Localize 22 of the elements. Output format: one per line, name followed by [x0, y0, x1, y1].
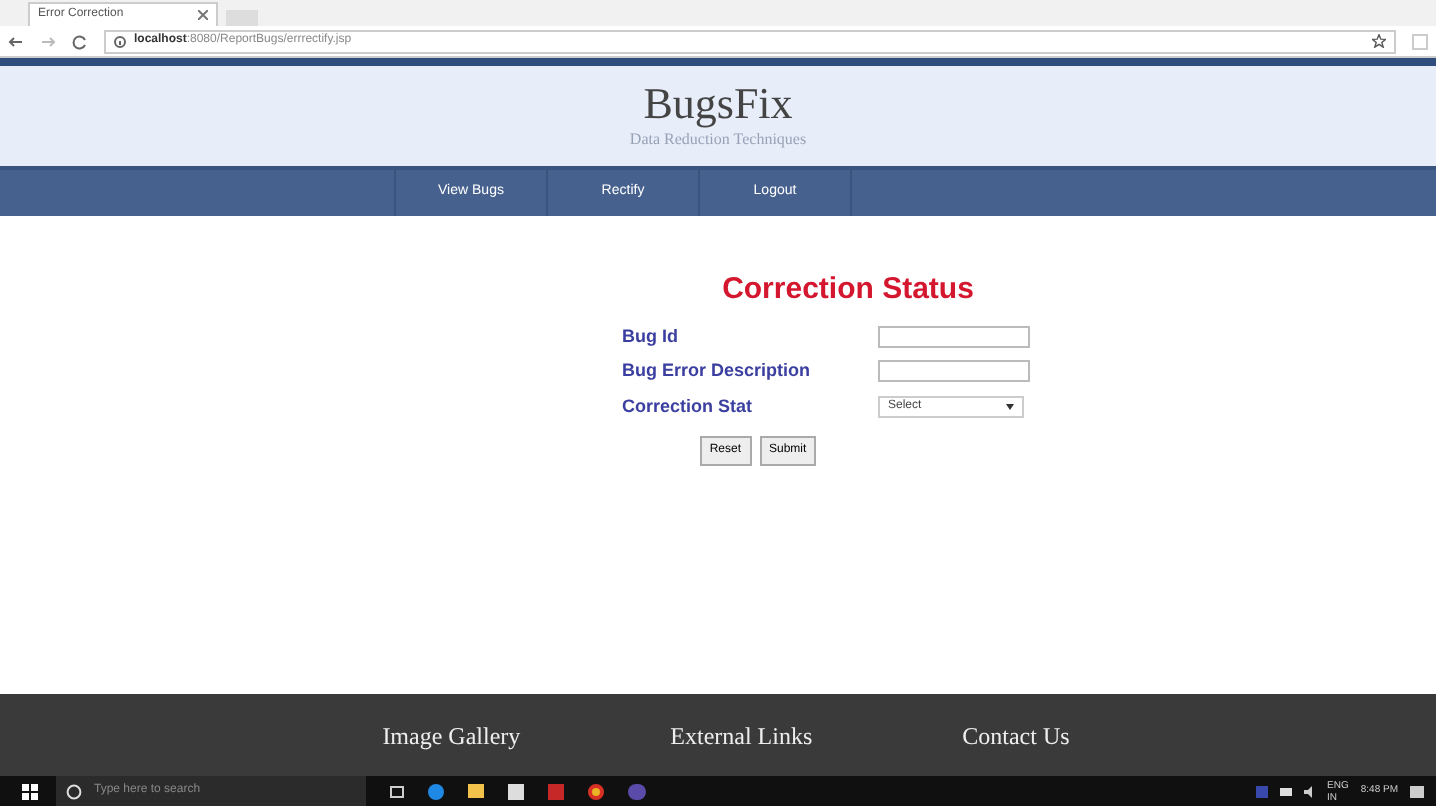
input-field[interactable]: [878, 325, 1030, 348]
field-label: Bug Id: [622, 323, 680, 350]
footer-heading: Image Gallery: [382, 719, 521, 753]
back-icon[interactable]: [8, 33, 24, 49]
field-label: Bug Error Description: [622, 358, 813, 384]
task-view-icon[interactable]: [390, 785, 404, 797]
volume-icon[interactable]: [1303, 785, 1316, 797]
footer-heading: Contact Us: [962, 719, 1070, 753]
footer-heading: External Links: [670, 719, 813, 753]
field-label: Correction Stat: [622, 393, 755, 419]
chrome-icon[interactable]: [588, 783, 604, 799]
reload-icon[interactable]: [72, 33, 88, 49]
windows-icon[interactable]: [22, 783, 38, 799]
info-icon: [114, 35, 126, 47]
search-icon: [66, 783, 82, 799]
form-title: Correction Status: [722, 270, 974, 310]
input-field[interactable]: [878, 360, 1030, 383]
site-subtitle: Data Reduction Techniques: [629, 128, 807, 152]
dropdown-icon: [1006, 403, 1014, 410]
star-icon[interactable]: [1372, 34, 1386, 48]
close-icon[interactable]: [198, 10, 208, 20]
site-title: BugsFix: [643, 80, 793, 128]
